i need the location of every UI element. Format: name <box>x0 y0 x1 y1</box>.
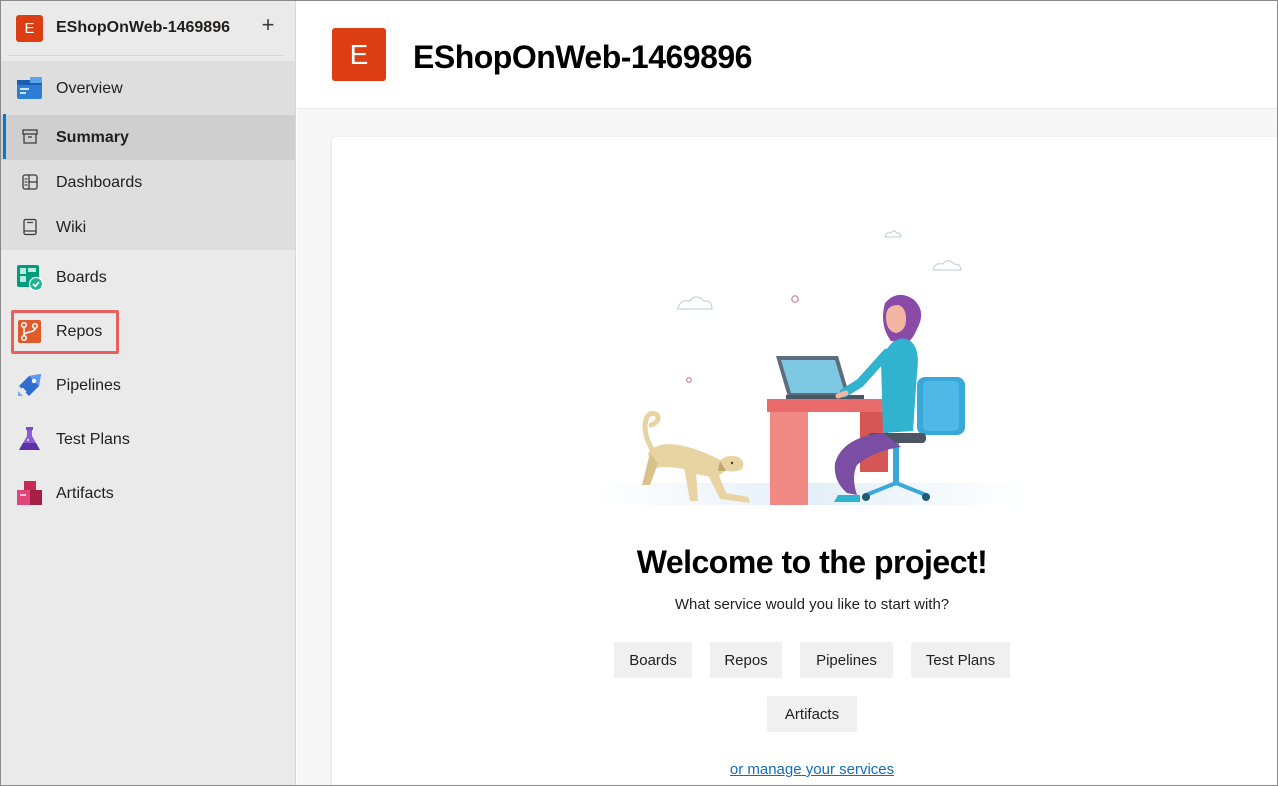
sidebar-item-label: Wiki <box>56 218 87 236</box>
divider <box>9 55 283 56</box>
sidebar: E EShopOnWeb-1469896 + Overview Summary … <box>1 1 296 785</box>
sidebar-item-boards[interactable]: Boards <box>1 255 295 300</box>
sidebar-item-dashboards[interactable]: Dashboards <box>1 160 295 205</box>
selection-indicator <box>3 114 6 159</box>
manage-services-link[interactable]: or manage your services <box>332 761 1277 778</box>
welcome-title: Welcome to the project! <box>636 544 988 580</box>
test-plans-button[interactable]: Test Plans <box>911 642 1010 678</box>
artifacts-button[interactable]: Artifacts <box>767 696 857 732</box>
artifacts-icon <box>17 481 42 505</box>
page-header: E EShopOnWeb-1469896 <box>297 1 1277 109</box>
project-avatar-large: E <box>332 28 386 81</box>
window: E EShopOnWeb-1469896 + Overview Summary … <box>0 0 1278 786</box>
dashboards-icon <box>22 174 38 190</box>
boards-button[interactable]: Boards <box>614 642 692 678</box>
add-icon[interactable]: + <box>257 13 279 37</box>
sidebar-item-pipelines[interactable]: Pipelines <box>1 363 295 408</box>
wiki-icon <box>23 218 37 236</box>
sidebar-item-repos[interactable]: Repos <box>1 309 295 354</box>
repos-button[interactable]: Repos <box>710 642 782 678</box>
project-name[interactable]: EShopOnWeb-1469896 <box>56 19 230 37</box>
test-plans-icon <box>19 427 40 450</box>
boards-icon <box>17 265 43 291</box>
sidebar-item-label: Test Plans <box>56 430 130 448</box>
welcome-illustration <box>598 230 1026 505</box>
sidebar-item-label: Dashboards <box>56 173 143 191</box>
page-title: EShopOnWeb-1469896 <box>413 39 752 75</box>
welcome-question: What service would you like to start wit… <box>674 596 950 613</box>
pipelines-icon <box>18 374 41 396</box>
sidebar-item-label: Artifacts <box>56 484 114 502</box>
sidebar-item-overview[interactable]: Overview <box>1 66 295 111</box>
sidebar-item-artifacts[interactable]: Artifacts <box>1 471 295 516</box>
sidebar-item-label: Overview <box>56 79 123 97</box>
sidebar-item-test-plans[interactable]: Test Plans <box>1 417 295 462</box>
overview-icon <box>17 77 42 99</box>
sidebar-item-summary[interactable]: Summary <box>1 115 295 160</box>
project-avatar[interactable]: E <box>16 15 43 42</box>
pipelines-button[interactable]: Pipelines <box>800 642 893 678</box>
project-header: E EShopOnWeb-1469896 + <box>1 1 296 56</box>
summary-icon <box>22 129 38 144</box>
sidebar-item-label: Summary <box>56 128 129 146</box>
sidebar-item-label: Boards <box>56 268 107 286</box>
sidebar-item-label: Repos <box>56 322 103 340</box>
sidebar-item-label: Pipelines <box>56 376 121 394</box>
sidebar-item-wiki[interactable]: Wiki <box>1 205 295 250</box>
repos-icon <box>18 320 41 343</box>
